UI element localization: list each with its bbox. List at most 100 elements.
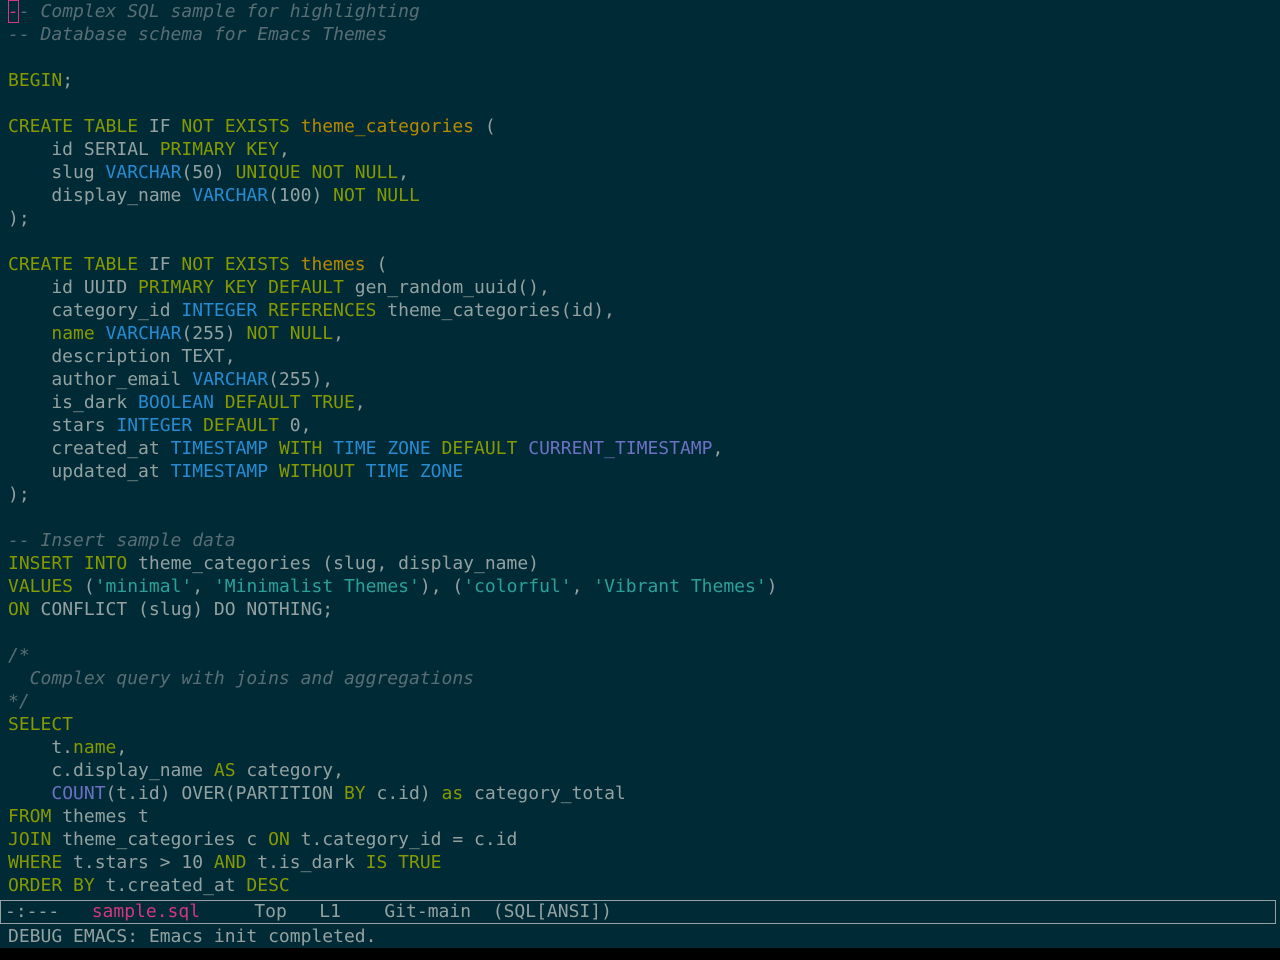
code-line[interactable]: */ bbox=[8, 690, 778, 713]
code-line[interactable]: updated_at TIMESTAMP WITHOUT TIME ZONE bbox=[8, 460, 778, 483]
token-default bbox=[322, 438, 333, 459]
modeline-buffer-name[interactable]: sample.sql bbox=[92, 901, 200, 922]
token-default: id UUID bbox=[8, 277, 139, 298]
code-line[interactable]: id SERIAL PRIMARY KEY, bbox=[8, 138, 778, 161]
token-keyword: DEFAULT bbox=[203, 415, 279, 436]
token-default: , bbox=[398, 162, 409, 183]
token-default: is_dark bbox=[8, 392, 139, 413]
code-line[interactable]: INSERT INTO theme_categories (slug, disp… bbox=[8, 552, 778, 575]
code-line[interactable]: is_dark BOOLEAN DEFAULT TRUE, bbox=[8, 391, 778, 414]
token-default bbox=[192, 415, 203, 436]
code-line[interactable] bbox=[8, 46, 778, 69]
frame-bottom-edge bbox=[0, 948, 1280, 960]
code-line[interactable]: -- Insert sample data bbox=[8, 529, 778, 552]
token-default: , bbox=[571, 576, 594, 597]
token-default bbox=[268, 461, 279, 482]
token-keyword: NOT NULL bbox=[333, 185, 420, 206]
token-function: COUNT bbox=[51, 783, 106, 804]
token-keyword: as bbox=[441, 783, 464, 804]
modeline-major-mode[interactable]: (SQL[ANSI]) bbox=[493, 901, 612, 922]
code-line[interactable]: CREATE TABLE IF NOT EXISTS themes ( bbox=[8, 253, 778, 276]
token-default: (255), bbox=[268, 369, 334, 390]
token-default: stars bbox=[8, 415, 117, 436]
code-line[interactable]: JOIN theme_categories c ON t.category_id… bbox=[8, 828, 778, 851]
token-default: ( bbox=[365, 254, 388, 275]
token-comment: */ bbox=[8, 691, 30, 712]
token-default: theme_categories (slug, display_name) bbox=[127, 553, 540, 574]
code-line[interactable]: BEGIN; bbox=[8, 69, 778, 92]
token-default bbox=[8, 783, 51, 804]
token-default: description TEXT, bbox=[8, 346, 236, 367]
token-default bbox=[8, 323, 51, 344]
code-line[interactable] bbox=[8, 621, 778, 644]
code-area[interactable]: -- Complex SQL sample for highlighting --… bbox=[8, 0, 778, 897]
token-default: ) bbox=[766, 576, 778, 597]
token-keyword: BY bbox=[343, 783, 366, 804]
token-default: 0, bbox=[278, 415, 312, 436]
code-line[interactable]: stars INTEGER DEFAULT 0, bbox=[8, 414, 778, 437]
code-line[interactable]: WHERE t.stars > 10 AND t.is_dark IS TRUE bbox=[8, 851, 778, 874]
code-line[interactable]: t.name, bbox=[8, 736, 778, 759]
code-line[interactable]: ); bbox=[8, 483, 778, 506]
token-default: ( bbox=[73, 576, 95, 597]
editor-buffer[interactable]: -- Complex SQL sample for highlighting --… bbox=[0, 0, 1280, 898]
modeline-status: -:--- bbox=[5, 901, 60, 922]
token-default: id SERIAL bbox=[8, 139, 160, 160]
token-keyword: PRIMARY KEY bbox=[159, 139, 279, 160]
code-line[interactable]: CREATE TABLE IF NOT EXISTS theme_categor… bbox=[8, 115, 778, 138]
code-line[interactable]: COUNT(t.id) OVER(PARTITION BY c.id) as c… bbox=[8, 782, 778, 805]
code-line[interactable]: ORDER BY t.created_at DESC bbox=[8, 874, 778, 897]
token-type: INTEGER bbox=[181, 300, 258, 321]
code-line[interactable]: ON CONFLICT (slug) DO NOTHING; bbox=[8, 598, 778, 621]
code-line[interactable]: FROM themes t bbox=[8, 805, 778, 828]
code-line[interactable]: id UUID PRIMARY KEY DEFAULT gen_random_u… bbox=[8, 276, 778, 299]
token-default bbox=[290, 254, 301, 275]
code-line[interactable]: author_email VARCHAR(255), bbox=[8, 368, 778, 391]
code-line[interactable]: /* bbox=[8, 644, 778, 667]
token-keyword: REFERENCES bbox=[268, 300, 377, 321]
code-line[interactable] bbox=[8, 230, 778, 253]
mode-line: -:--- sample.sql Top L1 Git-main (SQL[AN… bbox=[0, 900, 1276, 924]
code-line[interactable] bbox=[8, 92, 778, 115]
code-line[interactable]: display_name VARCHAR(100) NOT NULL bbox=[8, 184, 778, 207]
code-line[interactable]: description TEXT, bbox=[8, 345, 778, 368]
token-keyword: SELECT bbox=[8, 714, 74, 735]
token-default bbox=[257, 300, 268, 321]
token-default: theme_categories c bbox=[51, 829, 269, 850]
token-keyword: AND bbox=[213, 852, 247, 873]
token-string: 'minimal' bbox=[94, 576, 193, 597]
code-line[interactable]: SELECT bbox=[8, 713, 778, 736]
token-default: author_email bbox=[8, 369, 193, 390]
token-keyword: IS TRUE bbox=[365, 852, 442, 873]
token-default: , bbox=[192, 576, 214, 597]
token-default: slug bbox=[8, 162, 106, 183]
token-default: ; bbox=[62, 70, 74, 91]
token-default: IF bbox=[138, 254, 182, 275]
token-default: (100) bbox=[268, 185, 334, 206]
code-line[interactable]: slug VARCHAR(50) UNIQUE NOT NULL, bbox=[8, 161, 778, 184]
token-keyword: WITH bbox=[278, 438, 323, 459]
token-keyword: DEFAULT TRUE bbox=[224, 392, 355, 413]
token-string: 'Vibrant Themes' bbox=[593, 576, 767, 597]
token-keyword: UNIQUE NOT NULL bbox=[235, 162, 399, 183]
code-line[interactable]: ); bbox=[8, 207, 778, 230]
token-default: ), ( bbox=[419, 576, 464, 597]
code-line[interactable] bbox=[8, 506, 778, 529]
token-default: ( bbox=[474, 116, 496, 137]
token-keyword: INSERT INTO bbox=[8, 553, 128, 574]
code-line[interactable]: created_at TIMESTAMP WITH TIME ZONE DEFA… bbox=[8, 437, 778, 460]
modeline-vc-branch[interactable]: Git-main bbox=[384, 901, 471, 922]
token-keyword: CREATE TABLE bbox=[8, 116, 139, 137]
token-keyword: DESC bbox=[246, 875, 290, 896]
code-line[interactable]: VALUES ('minimal', 'Minimalist Themes'),… bbox=[8, 575, 778, 598]
token-string: 'Minimalist Themes' bbox=[213, 576, 420, 597]
token-function: CURRENT_TIMESTAMP bbox=[528, 438, 713, 459]
code-line[interactable]: c.display_name AS category, bbox=[8, 759, 778, 782]
code-line[interactable]: Complex query with joins and aggregation… bbox=[8, 667, 778, 690]
code-line[interactable]: -- Database schema for Emacs Themes bbox=[8, 23, 778, 46]
code-line[interactable]: -- Complex SQL sample for highlighting bbox=[8, 0, 778, 23]
token-default bbox=[290, 116, 301, 137]
code-line[interactable]: category_id INTEGER REFERENCES theme_cat… bbox=[8, 299, 778, 322]
token-default: updated_at bbox=[8, 461, 171, 482]
code-line[interactable]: name VARCHAR(255) NOT NULL, bbox=[8, 322, 778, 345]
